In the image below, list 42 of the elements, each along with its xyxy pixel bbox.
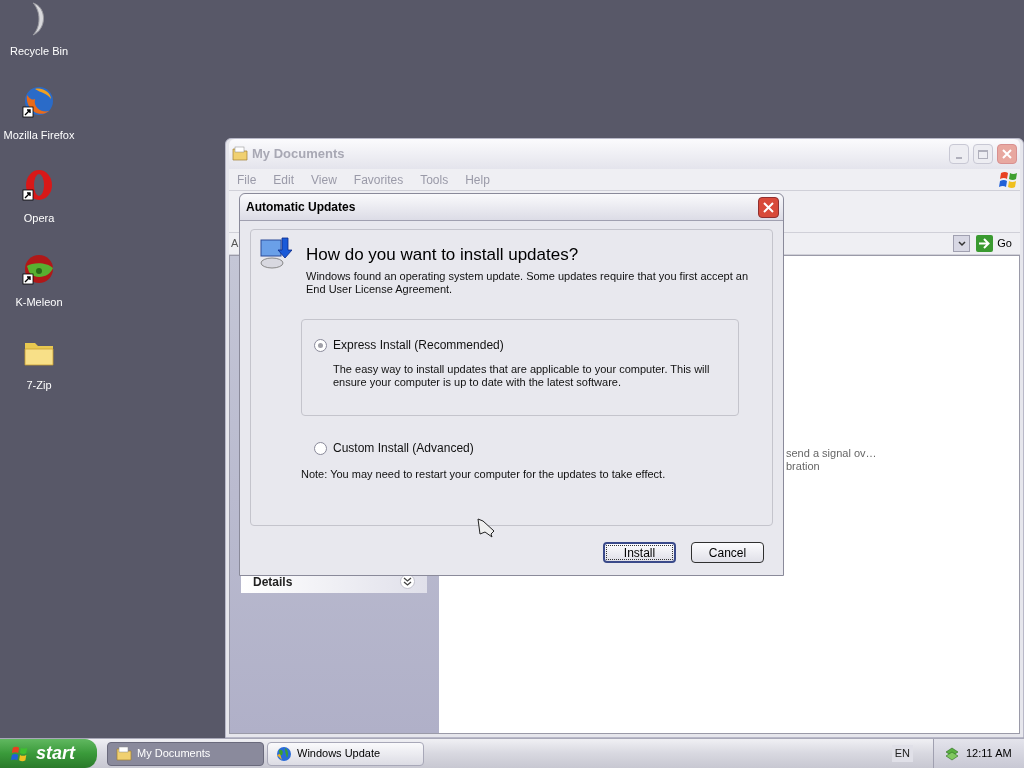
desktop-icon-label[interactable]: Mozilla Firefox — [3, 126, 75, 143]
address-label: A — [231, 236, 239, 252]
file-description: bration — [786, 460, 821, 473]
close-button[interactable] — [758, 196, 779, 218]
minimize-button[interactable] — [949, 144, 969, 164]
desktop-icon-label[interactable]: K-Meleon — [15, 293, 63, 310]
globe-icon — [276, 745, 292, 762]
desktop-icon-label[interactable]: Recycle Bin — [9, 43, 69, 60]
dialog-button[interactable]: Cancel — [691, 542, 764, 563]
cursor-icon — [475, 517, 497, 539]
radio-label[interactable]: Custom Install (Advanced) — [333, 439, 474, 457]
dialog-button[interactable]: Install — [603, 542, 676, 563]
windows-logo-icon — [10, 744, 30, 763]
taskbar-button[interactable]: Windows Update — [267, 741, 424, 766]
computer-download-icon — [258, 236, 292, 270]
maximize-button[interactable] — [973, 144, 993, 164]
arrow-right-icon — [976, 235, 994, 252]
go-button[interactable]: Go — [976, 235, 1012, 252]
chevron-down-icon — [957, 240, 966, 247]
close-icon — [763, 201, 774, 213]
window-title: My Documents — [252, 145, 345, 164]
panel-title: Details — [253, 573, 293, 591]
radio-button[interactable] — [314, 338, 327, 352]
close-icon — [1002, 149, 1012, 159]
language-indicator[interactable]: EN — [891, 745, 913, 762]
dialog-description: Windows found an operating system update. Some updates require that you first accept an End User License Agreement. — [306, 270, 750, 296]
note-text: Note: You may need to restart your computer for the updates to take effect. — [301, 467, 667, 482]
dropdown-button[interactable] — [953, 235, 971, 252]
file-description: send a signal ov… — [786, 447, 878, 460]
windows-logo-icon — [998, 169, 1020, 190]
folder-icon — [116, 745, 132, 762]
radio-button[interactable] — [314, 441, 327, 455]
radio-label[interactable]: Express Install (Recommended) — [333, 336, 504, 354]
desktop-icon-label[interactable]: Opera — [23, 210, 55, 227]
clock: 12:11 AM — [966, 746, 1012, 762]
option-description: The easy way to install updates that are applicable to your computer. This will ensure your computer is up to date with the latest software. — [332, 363, 711, 389]
network-icon[interactable] — [944, 745, 960, 762]
dialog-heading: How do you want to install updates? — [306, 245, 580, 265]
folder-icon — [232, 146, 248, 162]
window-title: Automatic Updates — [246, 199, 356, 216]
desktop-icon-label[interactable]: 7-Zip — [26, 377, 52, 394]
start-button[interactable]: start — [0, 739, 97, 768]
